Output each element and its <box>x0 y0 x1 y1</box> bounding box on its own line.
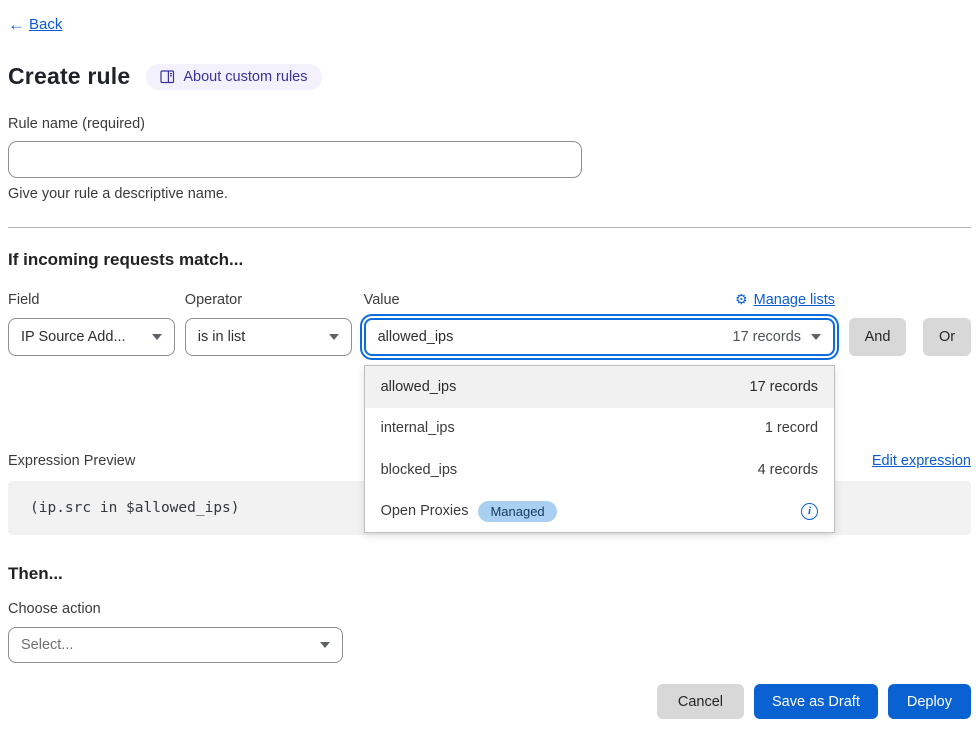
section-divider <box>8 227 971 228</box>
value-select[interactable]: allowed_ips 17 records <box>364 318 835 356</box>
list-record-count: 4 records <box>758 462 818 478</box>
list-name: blocked_ips <box>381 462 458 478</box>
list-record-count: 17 records <box>750 379 819 395</box>
field-select[interactable]: IP Source Add... <box>8 318 175 356</box>
operator-select[interactable]: is in list <box>185 318 352 356</box>
choose-action-select[interactable]: Select... <box>8 627 343 663</box>
or-button[interactable]: Or <box>923 318 971 356</box>
and-or-buttons: And Or <box>849 291 971 356</box>
list-item-internal-ips[interactable]: internal_ips 1 record <box>365 408 834 450</box>
create-rule-page: ←Back Create rule About custom rules Rul… <box>0 0 979 739</box>
and-button[interactable]: And <box>849 318 906 356</box>
list-name: internal_ips <box>381 420 455 436</box>
list-item-open-proxies[interactable]: Open Proxies Managed i <box>365 491 834 533</box>
page-title: Create rule <box>8 63 130 90</box>
condition-row: Field IP Source Add... Operator is in li… <box>8 291 971 356</box>
title-row: Create rule About custom rules <box>8 63 971 90</box>
gear-icon: ⚙ <box>735 292 748 308</box>
match-section-heading: If incoming requests match... <box>8 250 971 270</box>
info-icon[interactable]: i <box>801 503 818 520</box>
save-as-draft-button[interactable]: Save as Draft <box>754 684 878 719</box>
list-item-blocked-ips[interactable]: blocked_ips 4 records <box>365 449 834 491</box>
footer-actions: Cancel Save as Draft Deploy <box>8 684 971 719</box>
list-record-count: 1 record <box>765 420 818 436</box>
list-name: allowed_ips <box>381 379 457 395</box>
operator-selected-value: is in list <box>198 329 246 345</box>
action-selected-value: Select... <box>21 637 73 653</box>
value-column: Value ⚙ Manage lists allowed_ips 17 reco… <box>364 291 835 356</box>
about-badge-label: About custom rules <box>183 69 307 85</box>
choose-action-label: Choose action <box>8 601 971 617</box>
rule-name-helper-text: Give your rule a descriptive name. <box>8 186 971 202</box>
operator-label: Operator <box>185 292 242 308</box>
back-link[interactable]: ←Back <box>8 16 62 33</box>
book-icon <box>160 70 175 84</box>
managed-badge: Managed <box>478 501 556 522</box>
deploy-button[interactable]: Deploy <box>888 684 971 719</box>
value-label: Value <box>364 292 400 308</box>
expression-code: (ip.src in $allowed_ips) <box>30 500 240 516</box>
edit-expression-link[interactable]: Edit expression <box>872 453 971 469</box>
rule-name-group: Rule name (required) Give your rule a de… <box>8 116 971 202</box>
chevron-down-icon <box>811 334 821 340</box>
rule-name-label: Rule name (required) <box>8 116 971 132</box>
field-selected-value: IP Source Add... <box>21 329 126 345</box>
about-custom-rules-link[interactable]: About custom rules <box>146 64 321 90</box>
manage-lists-link[interactable]: ⚙ Manage lists <box>735 292 835 308</box>
list-item-allowed-ips[interactable]: allowed_ips 17 records <box>365 366 834 408</box>
value-dropdown-panel: allowed_ips 17 records internal_ips 1 re… <box>364 365 835 533</box>
then-section-heading: Then... <box>8 564 971 584</box>
chevron-down-icon <box>152 334 162 340</box>
value-selected-count: 17 records <box>733 329 802 345</box>
cancel-button[interactable]: Cancel <box>657 684 744 719</box>
operator-column: Operator is in list <box>185 291 352 356</box>
back-label: Back <box>29 16 62 33</box>
expression-preview-label: Expression Preview <box>8 453 135 469</box>
chevron-down-icon <box>329 334 339 340</box>
field-column: Field IP Source Add... <box>8 291 175 356</box>
back-arrow-icon: ← <box>8 16 25 33</box>
value-selected-name: allowed_ips <box>378 329 454 345</box>
manage-lists-label: Manage lists <box>754 292 835 308</box>
field-label: Field <box>8 292 39 308</box>
list-name: Open Proxies <box>381 503 469 519</box>
chevron-down-icon <box>320 642 330 648</box>
rule-name-input[interactable] <box>8 141 582 178</box>
